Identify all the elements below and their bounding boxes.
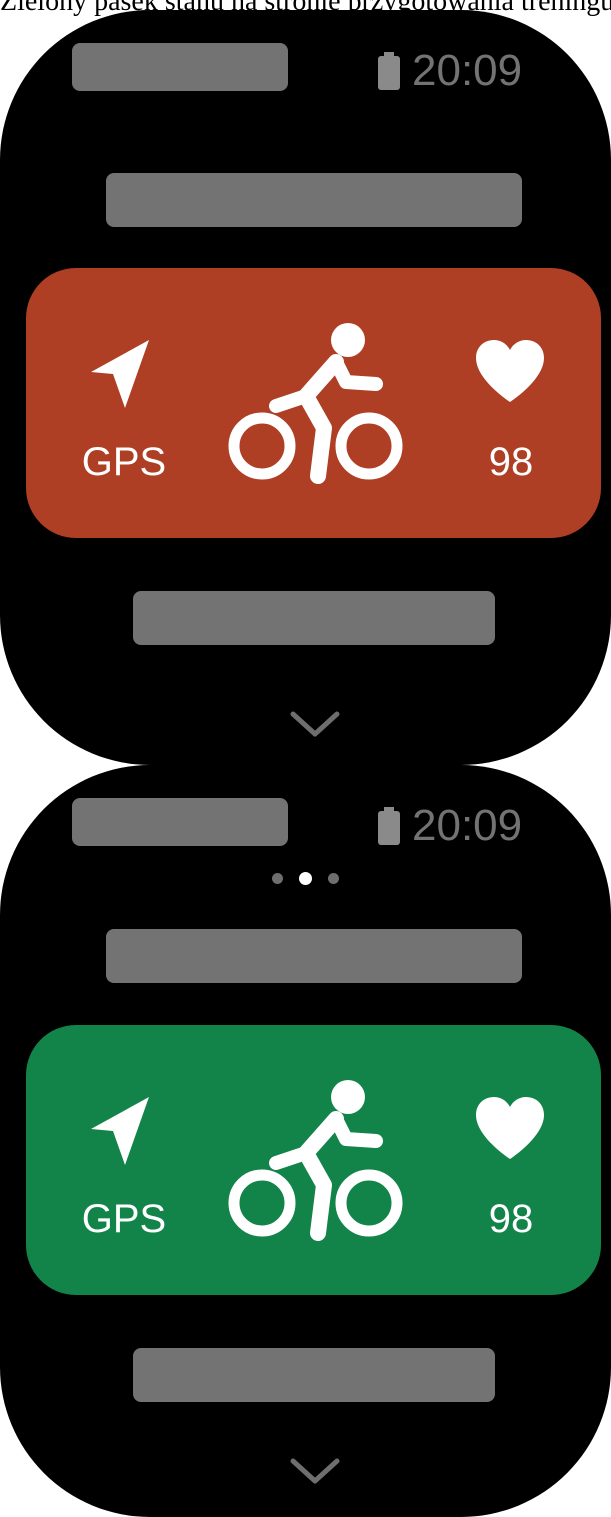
title-placeholder	[106, 929, 522, 983]
gps-label: GPS	[81, 1197, 167, 1241]
page-dot	[272, 873, 283, 885]
navigation-arrow-icon	[91, 1097, 149, 1165]
cycling-icon	[228, 323, 403, 484]
clock-time: 20:09	[412, 46, 523, 95]
heart-rate-value: 98	[488, 440, 534, 484]
page-dot-active	[299, 872, 312, 886]
chevron-down-icon[interactable]	[285, 706, 345, 740]
heart-icon	[476, 1097, 544, 1159]
navigation-arrow-icon	[91, 340, 149, 408]
activity-start-card[interactable]: GPS 98	[26, 1025, 601, 1295]
status-placeholder	[72, 43, 288, 91]
heart-icon	[476, 340, 544, 402]
battery-icon	[378, 52, 400, 90]
gps-label: GPS	[81, 440, 167, 484]
watch-screen-1: 20:09 GPS 98	[0, 10, 611, 765]
subtitle-placeholder	[133, 1348, 495, 1402]
activity-start-card[interactable]: GPS 98	[26, 268, 601, 538]
heart-rate-value: 98	[488, 1197, 534, 1241]
chevron-down-icon[interactable]	[285, 1453, 345, 1487]
status-placeholder	[72, 798, 288, 846]
battery-icon	[378, 807, 400, 845]
title-placeholder	[106, 173, 522, 227]
page-indicator	[0, 870, 611, 890]
subtitle-placeholder	[133, 591, 495, 645]
page-dot	[328, 873, 339, 885]
clock-time: 20:09	[412, 801, 523, 850]
cycling-icon	[228, 1080, 403, 1241]
watch-screen-2: 20:09 GPS 98	[0, 765, 611, 1517]
